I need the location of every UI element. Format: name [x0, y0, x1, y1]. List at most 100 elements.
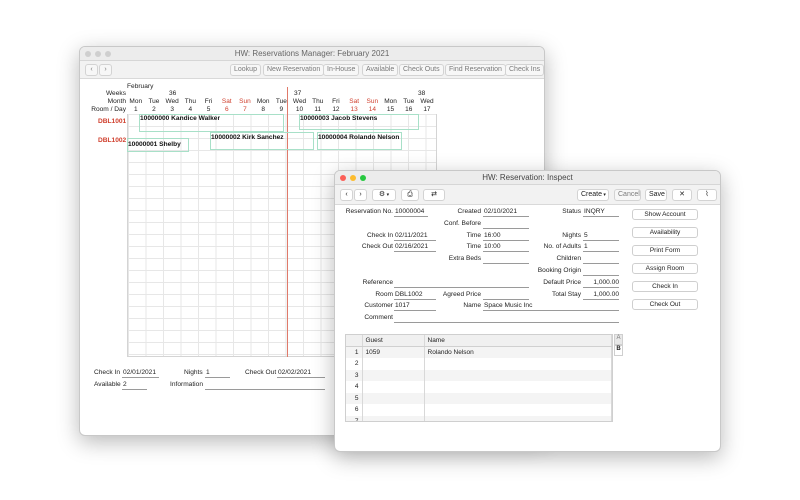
- default-price-field[interactable]: 1,000.00: [583, 279, 619, 288]
- guest-cell[interactable]: [362, 415, 425, 421]
- name-cell[interactable]: [424, 369, 612, 381]
- footer-check-out-field[interactable]: 02/02/2021: [277, 369, 325, 378]
- find-reservation-button[interactable]: Find Reservation: [445, 64, 506, 76]
- tab-b[interactable]: B: [614, 345, 623, 356]
- name-field[interactable]: Space Music Inc: [483, 302, 619, 311]
- in-house-button[interactable]: In-House: [323, 64, 360, 76]
- table-row[interactable]: 1 1059 Rolando Nelson: [346, 346, 612, 358]
- fullscreen-button[interactable]: ✕: [672, 189, 692, 201]
- attach-button[interactable]: ⌇: [697, 189, 717, 201]
- room-field[interactable]: DBL1002: [394, 291, 436, 300]
- name-cell[interactable]: [424, 381, 612, 393]
- reservation-shelby[interactable]: 10000001 Shelby: [128, 141, 181, 148]
- reference-field[interactable]: [394, 279, 529, 288]
- check-out-field[interactable]: 02/16/2021: [394, 243, 436, 252]
- day-of-week: Wed: [292, 98, 307, 105]
- name-cell[interactable]: [424, 404, 612, 416]
- reservation-rolando-nelson[interactable]: 10000004 Rolando Nelson: [318, 134, 399, 141]
- room-dbl1001[interactable]: DBL1001: [98, 118, 126, 125]
- assign-room-button[interactable]: Assign Room: [632, 263, 698, 274]
- comment-field[interactable]: [394, 314, 619, 323]
- new-reservation-button[interactable]: New Reservation: [263, 64, 325, 76]
- guest-column-header[interactable]: Guest: [362, 335, 425, 347]
- name-label: Name: [463, 302, 481, 309]
- footer-available-field[interactable]: 2: [122, 381, 147, 390]
- reservation-kirk-sanchez[interactable]: 10000002 Kirk Sanchez: [211, 134, 284, 141]
- day-of-week: Tue: [403, 98, 415, 105]
- status-field[interactable]: INQRY: [583, 208, 619, 217]
- footer-check-in-field[interactable]: 02/01/2021: [122, 369, 159, 378]
- tab-a[interactable]: A: [614, 334, 623, 345]
- nights-field[interactable]: 5: [583, 232, 619, 241]
- week-38: 38: [418, 90, 426, 97]
- lookup-button[interactable]: Lookup: [230, 64, 261, 76]
- cancel-button[interactable]: Cancel: [614, 189, 641, 201]
- availability-button[interactable]: Availability: [632, 227, 698, 238]
- check-in-time-field[interactable]: 16:00: [483, 232, 529, 241]
- table-row[interactable]: 7: [346, 415, 612, 421]
- day-of-week: Mon: [256, 98, 270, 105]
- name-cell[interactable]: Rolando Nelson: [424, 346, 612, 358]
- print-button[interactable]: ⎙: [401, 189, 419, 201]
- guest-cell[interactable]: [362, 392, 425, 404]
- day-of-week: Sat: [221, 98, 232, 105]
- table-row[interactable]: 3: [346, 369, 612, 381]
- table-row[interactable]: 5: [346, 392, 612, 404]
- day-number: 5: [206, 106, 211, 113]
- guest-cell[interactable]: [362, 369, 425, 381]
- check-out-time-field[interactable]: 10:00: [483, 243, 529, 252]
- show-account-button[interactable]: Show Account: [632, 209, 698, 220]
- footer-nights-field[interactable]: 1: [205, 369, 230, 378]
- forward-button[interactable]: ›: [354, 189, 367, 201]
- name-cell[interactable]: [424, 358, 612, 370]
- guest-cell[interactable]: [362, 358, 425, 370]
- back-button[interactable]: ‹: [85, 64, 98, 76]
- day-number: 4: [188, 106, 193, 113]
- guest-cell[interactable]: [362, 404, 425, 416]
- guest-cell[interactable]: [362, 381, 425, 393]
- name-column-header[interactable]: Name: [424, 335, 612, 347]
- extra-beds-field[interactable]: [483, 255, 529, 264]
- name-cell[interactable]: [424, 392, 612, 404]
- day-number: 1: [133, 106, 138, 113]
- total-stay-field[interactable]: 1,000.00: [583, 291, 619, 300]
- reference-label: Reference: [362, 279, 393, 286]
- reservation-jacob-stevens[interactable]: 10000003 Jacob Stevens: [300, 115, 377, 122]
- reservation-kandice-walker[interactable]: 10000000 Kandice Walker: [140, 115, 220, 122]
- print-form-button[interactable]: Print Form: [632, 245, 698, 256]
- gear-menu-button[interactable]: ⚙ ▾: [372, 189, 396, 201]
- adults-field[interactable]: 1: [583, 243, 619, 252]
- extra-beds-label: Extra Beds: [448, 255, 481, 262]
- agreed-price-field[interactable]: [483, 291, 529, 300]
- booking-origin-field[interactable]: [583, 267, 619, 276]
- create-button[interactable]: Create ▾: [577, 189, 609, 201]
- day-of-week: Fri: [204, 98, 213, 105]
- customer-field[interactable]: 1017: [394, 302, 436, 311]
- check-ins-button[interactable]: Check Ins: [505, 64, 544, 76]
- check-out-time-label: Time: [466, 243, 481, 250]
- export-button[interactable]: ⇄: [423, 189, 445, 201]
- day-number: 12: [332, 106, 340, 113]
- forward-button[interactable]: ›: [99, 64, 112, 76]
- table-row[interactable]: 4: [346, 381, 612, 393]
- save-button[interactable]: Save: [645, 189, 667, 201]
- table-row[interactable]: 2: [346, 358, 612, 370]
- check-in-button[interactable]: Check In: [632, 281, 698, 292]
- day-column-header: Mon 15: [382, 98, 400, 114]
- check-outs-button[interactable]: Check Outs: [399, 64, 444, 76]
- created-field[interactable]: 02/10/2021: [483, 208, 529, 217]
- table-row[interactable]: 6: [346, 404, 612, 416]
- room-dbl1002[interactable]: DBL1002: [98, 137, 126, 144]
- check-in-field[interactable]: 02/11/2021: [394, 232, 436, 241]
- children-field[interactable]: [583, 255, 619, 264]
- day-number: 14: [368, 106, 376, 113]
- footer-information-field[interactable]: [205, 381, 325, 390]
- check-out-button[interactable]: Check Out: [632, 299, 698, 310]
- name-cell[interactable]: [424, 415, 612, 421]
- back-button[interactable]: ‹: [340, 189, 353, 201]
- available-button[interactable]: Available: [362, 64, 399, 76]
- reservation-no-field[interactable]: 10000004: [394, 208, 428, 217]
- day-of-week: Wed: [420, 98, 434, 105]
- guest-cell[interactable]: 1059: [362, 346, 425, 358]
- conf-before-field[interactable]: [483, 220, 529, 229]
